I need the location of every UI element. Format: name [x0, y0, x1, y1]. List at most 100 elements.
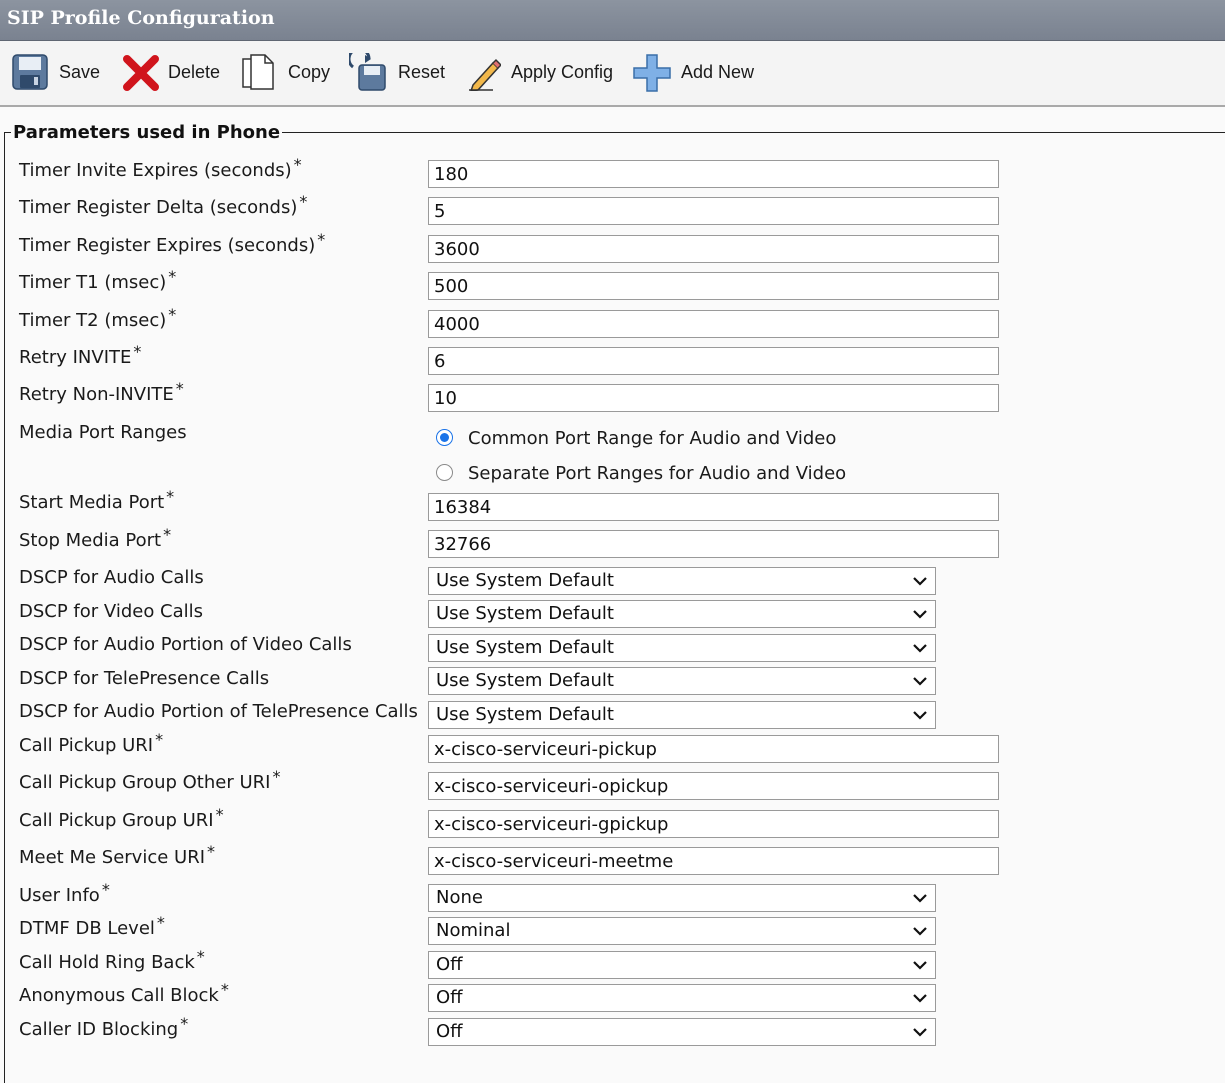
select-value: Off	[436, 987, 463, 1008]
timer-register-delta-input[interactable]	[428, 197, 999, 225]
dtmf-db-level-select[interactable]: Nominal	[428, 917, 936, 945]
apply-config-label: Apply Config	[511, 62, 614, 82]
field-label: Retry INVITE *	[19, 342, 142, 368]
anonymous-call-block-select[interactable]: Off	[428, 984, 936, 1012]
reset-label: Reset	[398, 62, 446, 82]
field-label: Call Pickup Group Other URI *	[19, 767, 281, 793]
field-label: DSCP for TelePresence Calls	[19, 668, 270, 689]
dscp-audio-select[interactable]: Use System Default	[428, 567, 936, 595]
chevron-down-icon	[913, 577, 927, 586]
start-media-port-input[interactable]	[428, 493, 999, 521]
save-label: Save	[59, 62, 101, 82]
select-value: Off	[436, 954, 463, 975]
caller-id-blocking-select[interactable]: Off	[428, 1018, 936, 1046]
select-value: Use System Default	[436, 670, 614, 691]
field-label: Timer Register Expires (seconds) *	[19, 230, 326, 256]
section-legend: Parameters used in Phone	[13, 122, 281, 143]
call-hold-ring-back-select[interactable]: Off	[428, 951, 936, 979]
field-label: Media Port Ranges	[19, 422, 187, 443]
call-pickup-group-uri-input[interactable]	[428, 810, 999, 838]
field-label: User Info *	[19, 880, 110, 906]
chevron-down-icon	[913, 1028, 927, 1037]
call-pickup-group-other-uri-input[interactable]	[428, 772, 999, 800]
radio-common-port-range[interactable]: Common Port Range for Audio and Video	[436, 428, 856, 452]
delete-label: Delete	[168, 62, 221, 82]
save-button[interactable]: Save	[11, 51, 106, 95]
field-label: Retry Non-INVITE *	[19, 379, 184, 405]
toolbar: Save Delete Copy Reset Apply Config Add …	[0, 41, 1225, 107]
required-marker: *	[155, 730, 164, 749]
select-value: Nominal	[436, 920, 511, 941]
radio-label: Common Port Range for Audio and Video	[468, 428, 837, 449]
timer-t1-input[interactable]	[428, 272, 999, 300]
chevron-down-icon	[913, 994, 927, 1003]
dscp-audio-portion-telepresence-select[interactable]: Use System Default	[428, 701, 936, 729]
stop-media-port-input[interactable]	[428, 530, 999, 558]
copy-button[interactable]: Copy	[241, 51, 336, 95]
radio-label: Separate Port Ranges for Audio and Video	[468, 463, 847, 484]
required-marker: *	[175, 379, 184, 398]
save-icon	[12, 54, 48, 90]
apply-config-button[interactable]: Apply Config	[467, 51, 619, 95]
chevron-down-icon	[913, 711, 927, 720]
select-value: Off	[436, 1021, 463, 1042]
radio-button-checked[interactable]	[436, 429, 453, 446]
field-label: Start Media Port *	[19, 487, 175, 513]
field-label: Caller ID Blocking *	[19, 1014, 189, 1040]
required-marker: *	[101, 880, 110, 899]
meet-me-service-uri-input[interactable]	[428, 847, 999, 875]
radio-separate-port-ranges[interactable]: Separate Port Ranges for Audio and Video	[436, 463, 866, 487]
chevron-down-icon	[913, 961, 927, 970]
retry-non-invite-input[interactable]	[428, 384, 999, 412]
field-label: Call Pickup Group URI *	[19, 805, 224, 831]
required-marker: *	[293, 155, 302, 174]
field-label: Timer T1 (msec) *	[19, 267, 177, 293]
page-title: SIP Profile Configuration	[7, 7, 275, 29]
field-label: Stop Media Port *	[19, 525, 172, 551]
copy-label: Copy	[288, 62, 331, 82]
dscp-audio-portion-video-select[interactable]: Use System Default	[428, 634, 936, 662]
required-marker: *	[168, 267, 177, 286]
field-label: DSCP for Audio Calls	[19, 567, 204, 588]
select-value: None	[436, 887, 483, 908]
chevron-down-icon	[913, 677, 927, 686]
delete-button[interactable]: Delete	[121, 51, 226, 95]
required-marker: *	[299, 192, 308, 211]
timer-invite-expires-input[interactable]	[428, 160, 999, 188]
required-marker: *	[166, 487, 175, 506]
apply-config-icon	[469, 58, 501, 91]
select-value: Use System Default	[436, 704, 614, 725]
dscp-telepresence-select[interactable]: Use System Default	[428, 667, 936, 695]
delete-icon	[123, 55, 159, 91]
timer-register-expires-input[interactable]	[428, 235, 999, 263]
add-new-label: Add New	[681, 62, 755, 82]
add-new-icon	[633, 54, 671, 92]
required-marker: *	[168, 305, 177, 324]
chevron-down-icon	[913, 610, 927, 619]
field-label: Timer Invite Expires (seconds) *	[19, 155, 302, 181]
chevron-down-icon	[913, 894, 927, 903]
field-label: DSCP for Audio Portion of Video Calls	[19, 634, 352, 655]
timer-t2-input[interactable]	[428, 310, 999, 338]
required-marker: *	[156, 913, 165, 932]
retry-invite-input[interactable]	[428, 347, 999, 375]
field-label: Timer Register Delta (seconds) *	[19, 192, 308, 218]
field-label: DSCP for Audio Portion of TelePresence C…	[19, 701, 418, 722]
add-new-button[interactable]: Add New	[633, 51, 763, 95]
chevron-down-icon	[913, 927, 927, 936]
field-label: DSCP for Video Calls	[19, 601, 204, 622]
required-marker: *	[133, 342, 142, 361]
call-pickup-uri-input[interactable]	[428, 735, 999, 763]
user-info-select[interactable]: None	[428, 884, 936, 912]
field-label: Anonymous Call Block *	[19, 980, 229, 1006]
required-marker: *	[272, 767, 281, 786]
select-value: Use System Default	[436, 603, 614, 624]
required-marker: *	[163, 525, 172, 544]
dscp-video-select[interactable]: Use System Default	[428, 600, 936, 628]
field-label: Call Hold Ring Back *	[19, 947, 205, 973]
radio-button[interactable]	[436, 464, 453, 481]
required-marker: *	[215, 805, 224, 824]
reset-button[interactable]: Reset	[349, 51, 449, 95]
required-marker: *	[196, 947, 205, 966]
field-label: Meet Me Service URI *	[19, 842, 216, 868]
